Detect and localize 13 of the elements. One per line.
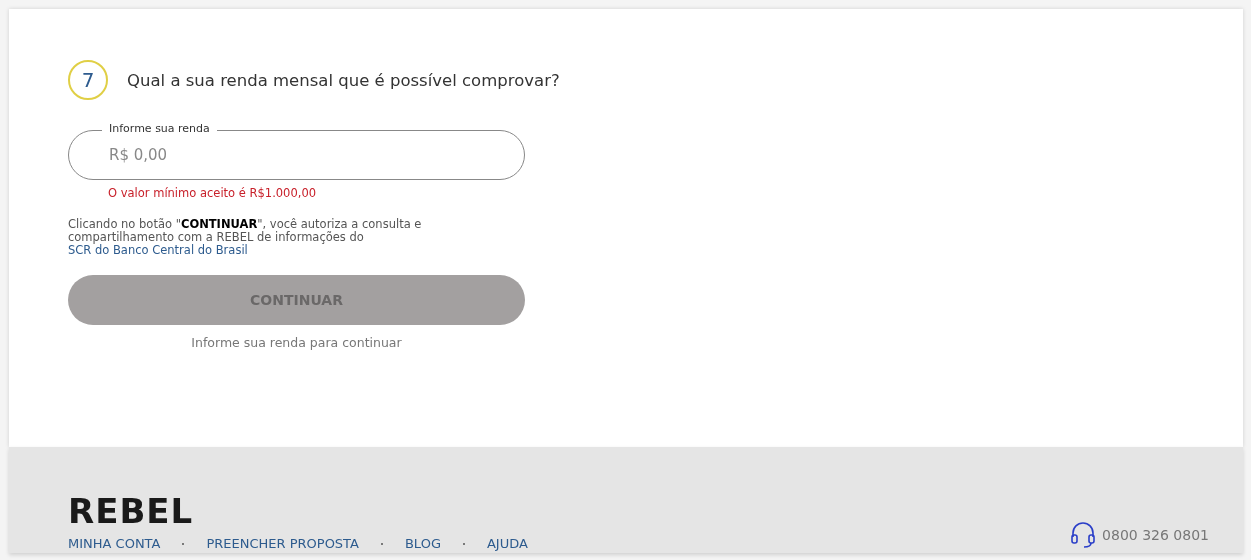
scr-link[interactable]: SCR do Banco Central do Brasil — [68, 243, 248, 257]
headset-icon — [1070, 521, 1097, 549]
step-number: 7 — [68, 60, 108, 100]
hint-text: Informe sua renda para continuar — [190, 335, 403, 350]
question-text: Qual a sua renda mensal que é possível comprovar? — [127, 70, 560, 90]
footer-link[interactable]: PREENCHER PROPOSTA — [206, 536, 359, 551]
consent-text: Clicando no botão "CONTINUAR", você autoriza a consulta e compartilhamento com a REBEL de informações do SCR do Banco Central do Brasil — [68, 218, 423, 257]
footer-link[interactable]: MINHA CONTA — [68, 536, 161, 551]
footer-link[interactable]: BLOG — [404, 536, 441, 551]
error-message: O valor mínimo aceito é R$1.000,00 — [108, 186, 318, 200]
phone-number: 0800 326 0801 — [1102, 527, 1209, 543]
footer-link[interactable]: AJUDA — [486, 536, 528, 551]
logo: REBEL — [68, 494, 195, 528]
